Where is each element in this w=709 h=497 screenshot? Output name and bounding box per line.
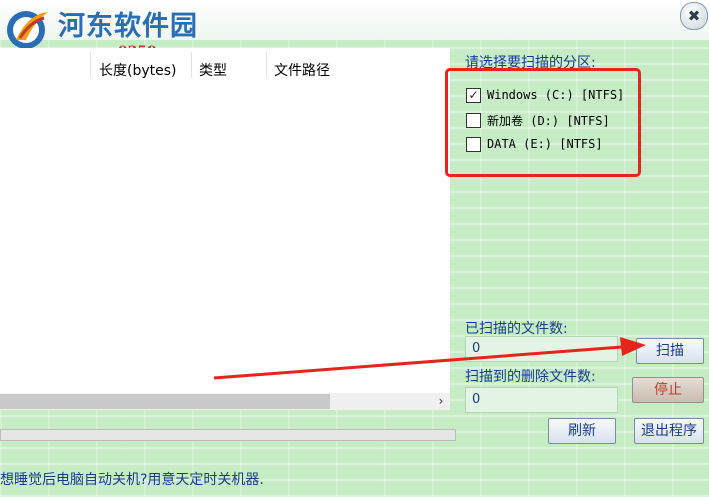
scan-button[interactable]: 扫描 <box>636 338 704 364</box>
column-separator <box>90 52 91 78</box>
checkbox-d[interactable] <box>466 112 481 128</box>
close-button[interactable]: ✖ <box>680 2 708 30</box>
close-icon: ✖ <box>687 7 701 25</box>
horizontal-scrollbar[interactable]: › <box>0 393 450 410</box>
file-list[interactable]: 长度(bytes) 类型 文件路径 <box>0 48 450 410</box>
checkbox-e[interactable] <box>466 136 481 152</box>
column-separator <box>191 52 192 78</box>
checkbox-c[interactable]: ✓ <box>466 87 481 103</box>
partition-item-c[interactable]: ✓ Windows (C:) [NTFS] <box>466 85 624 105</box>
exit-button[interactable]: 退出程序 <box>634 418 704 444</box>
scrollbar-thumb[interactable] <box>0 394 330 409</box>
column-header-path[interactable]: 文件路径 <box>274 60 330 80</box>
scan-progress-bar <box>0 429 456 441</box>
deleted-files-label: 扫描到的删除文件数: <box>465 369 596 385</box>
partition-label-e: DATA (E:) [NTFS] <box>487 137 603 151</box>
scanned-files-label: 已扫描的文件数: <box>465 321 568 337</box>
partition-label-c: Windows (C:) [NTFS] <box>487 88 625 102</box>
column-header-type[interactable]: 类型 <box>199 60 227 80</box>
column-header-length[interactable]: 长度(bytes) <box>99 60 177 80</box>
scroll-right-arrow-icon[interactable]: › <box>432 393 450 410</box>
scanned-files-count: 0 <box>465 336 618 362</box>
refresh-button[interactable]: 刷新 <box>548 418 616 444</box>
list-header: 长度(bytes) 类型 文件路径 <box>0 48 450 80</box>
partition-label-d: 新加卷 (D:) [NTFS] <box>487 113 610 128</box>
deleted-files-count: 0 <box>465 387 618 413</box>
column-separator <box>266 52 267 78</box>
partition-item-e[interactable]: DATA (E:) [NTFS] <box>466 134 603 154</box>
status-text[interactable]: 想睡觉后电脑自动关机?用意天定时关机器. <box>0 469 264 489</box>
stop-button[interactable]: 停止 <box>632 377 704 403</box>
watermark-site-name: 河东软件园 <box>58 11 198 42</box>
partition-item-d[interactable]: 新加卷 (D:) [NTFS] <box>466 110 610 130</box>
